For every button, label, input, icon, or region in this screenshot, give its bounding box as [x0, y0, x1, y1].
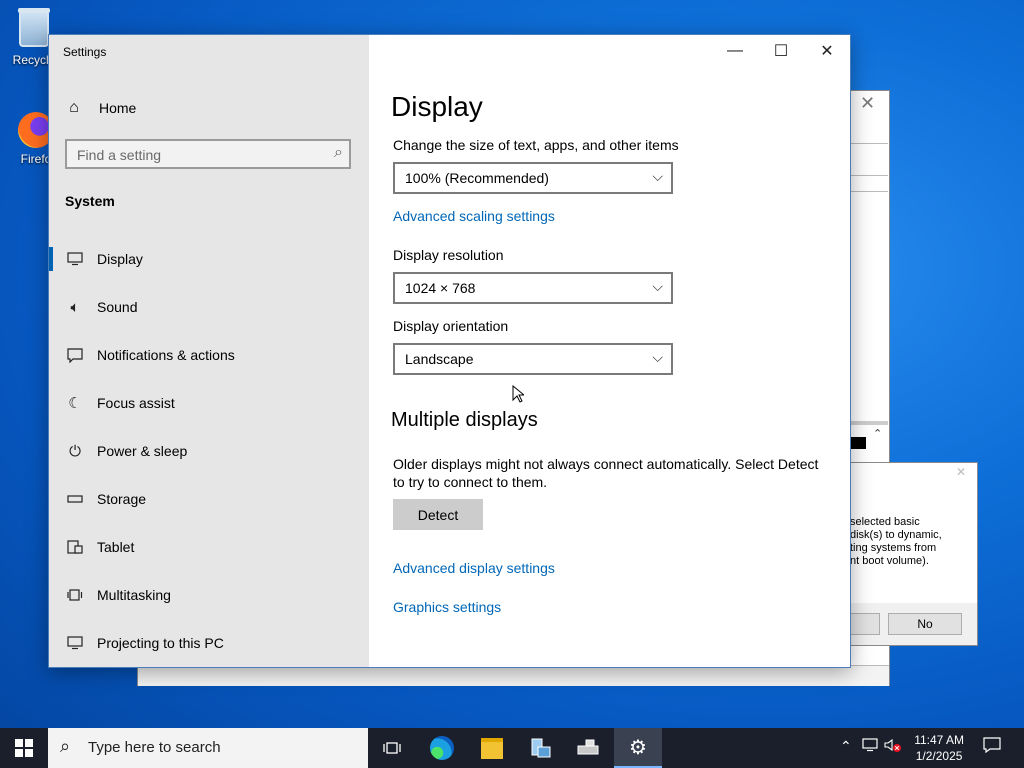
- sidebar-item-label: Power & sleep: [97, 443, 188, 459]
- taskbar-search[interactable]: ⌕ Type here to search: [48, 728, 368, 768]
- chevron-down-icon: ⌵: [652, 349, 663, 365]
- search-placeholder: Find a setting: [77, 147, 162, 163]
- chevron-down-icon: ⌵: [652, 278, 663, 294]
- resolution-label: Display resolution: [393, 247, 504, 263]
- close-icon[interactable]: ✕: [956, 465, 966, 479]
- page-title: Display: [391, 91, 483, 122]
- sidebar-item-label: Sound: [97, 299, 138, 315]
- disk-management-icon[interactable]: [564, 728, 612, 768]
- close-button[interactable]: ✕: [804, 35, 850, 67]
- windows-logo-icon: [15, 739, 33, 757]
- sidebar-item-display[interactable]: Display: [49, 235, 369, 283]
- server-manager-icon[interactable]: [516, 728, 564, 768]
- background-window-divider: [850, 143, 888, 144]
- home-icon: ⌂: [69, 99, 79, 116]
- sidebar-item-label: Multitasking: [97, 587, 171, 603]
- sidebar-item-label: Focus assist: [97, 395, 175, 411]
- chevron-down-icon: ⌵: [652, 168, 663, 184]
- task-view-icon[interactable]: [368, 728, 416, 768]
- sidebar-item-multitasking[interactable]: Multitasking: [49, 571, 369, 619]
- maximize-button[interactable]: ☐: [758, 35, 804, 67]
- clock-time: 11:47 AM: [914, 733, 964, 747]
- sidebar-item-notifications[interactable]: Notifications & actions: [49, 331, 369, 379]
- section-heading: System: [65, 193, 115, 209]
- orientation-value: Landscape: [405, 351, 474, 367]
- edge-icon[interactable]: [418, 728, 466, 768]
- multitasking-icon: [65, 588, 85, 602]
- home-nav-item[interactable]: ⌂ Home: [65, 99, 136, 117]
- resolution-value: 1024 × 768: [405, 280, 476, 296]
- close-icon[interactable]: ✕: [860, 93, 875, 114]
- volume-muted-icon[interactable]: [884, 738, 902, 755]
- mouse-pointer-icon: [512, 384, 526, 406]
- detect-button[interactable]: Detect: [393, 499, 483, 530]
- dialog-text-line: ting systems from: [850, 542, 937, 554]
- sidebar-item-storage[interactable]: Storage: [49, 475, 369, 523]
- scale-value: 100% (Recommended): [405, 170, 549, 186]
- sidebar-item-projecting[interactable]: Projecting to this PC: [49, 619, 369, 667]
- background-window-divider: [850, 175, 888, 176]
- dialog-text-line: nt boot volume).: [850, 555, 929, 567]
- sidebar-item-label: Notifications & actions: [97, 347, 235, 363]
- sidebar-item-label: Storage: [97, 491, 147, 507]
- advanced-scaling-link[interactable]: Advanced scaling settings: [393, 208, 555, 224]
- dialog-text: selected basic disk(s) to dynamic, ting …: [850, 516, 942, 568]
- no-button-label: No: [917, 617, 933, 631]
- moon-icon: ☾: [68, 395, 82, 412]
- sidebar-item-label: Display: [97, 251, 143, 267]
- yes-button-partial[interactable]: [850, 613, 880, 635]
- orientation-label: Display orientation: [393, 318, 509, 334]
- scale-label: Change the size of text, apps, and other…: [393, 137, 679, 153]
- storage-icon: [65, 495, 85, 503]
- search-icon: ⌕: [60, 736, 71, 756]
- sidebar-item-focus-assist[interactable]: ☾ Focus assist: [49, 379, 369, 427]
- sidebar-item-power-sleep[interactable]: ⏻ Power & sleep: [49, 427, 369, 475]
- sidebar-item-sound[interactable]: 🔈︎ Sound: [49, 283, 369, 331]
- advanced-display-link[interactable]: Advanced display settings: [393, 560, 555, 576]
- notification-center-icon[interactable]: [983, 737, 1001, 756]
- dialog-text-line: disk(s) to dynamic,: [850, 529, 942, 541]
- graphics-settings-link[interactable]: Graphics settings: [393, 599, 501, 615]
- orientation-dropdown[interactable]: Landscape ⌵: [393, 343, 673, 375]
- multiple-displays-heading: Multiple displays: [391, 409, 538, 431]
- clock-date: 1/2/2025: [915, 749, 963, 763]
- resolution-dropdown[interactable]: 1024 × 768 ⌵: [393, 272, 673, 304]
- background-dialog: ✕ selected basic disk(s) to dynamic, tin…: [849, 462, 978, 646]
- window-title: Settings: [63, 45, 107, 59]
- color-swatch: [850, 437, 866, 449]
- monitor-icon: [65, 252, 85, 266]
- home-label: Home: [99, 100, 137, 116]
- scroll-up-icon[interactable]: ⌃: [873, 427, 882, 440]
- background-window-footer: [138, 665, 889, 686]
- taskbar: ⌕ Type here to search ⚙ ⌃ 11:47 AM 1/2/2…: [0, 728, 1024, 768]
- search-icon: ⌕: [334, 144, 343, 161]
- gear-icon: ⚙: [629, 736, 647, 759]
- power-icon: ⏻: [69, 442, 81, 460]
- sidebar-item-label: Tablet: [97, 539, 135, 555]
- scale-dropdown[interactable]: 100% (Recommended) ⌵: [393, 162, 673, 194]
- chevron-up-icon[interactable]: ⌃: [840, 738, 852, 755]
- taskbar-search-placeholder: Type here to search: [88, 739, 221, 756]
- settings-window: Settings ⌂ Home Find a setting ⌕ System …: [48, 34, 851, 668]
- tablet-icon: [65, 540, 85, 554]
- settings-taskbar-icon[interactable]: ⚙: [614, 728, 662, 768]
- taskbar-clock[interactable]: 11:47 AM 1/2/2025: [914, 732, 964, 764]
- file-explorer-icon[interactable]: [468, 728, 516, 768]
- find-setting-search[interactable]: Find a setting ⌕: [65, 139, 351, 169]
- minimize-button[interactable]: —: [712, 35, 758, 67]
- start-button[interactable]: [0, 728, 48, 768]
- projecting-icon: [65, 636, 85, 650]
- settings-sidebar: Settings ⌂ Home Find a setting ⌕ System …: [49, 35, 369, 667]
- settings-content: — ☐ ✕ Display Change the size of text, a…: [369, 35, 850, 667]
- notification-icon: [65, 347, 85, 363]
- dialog-text-line: selected basic: [850, 516, 920, 528]
- sidebar-item-label: Projecting to this PC: [97, 635, 224, 651]
- multiple-displays-text: Older displays might not always connect …: [393, 456, 819, 490]
- background-window-divider: [850, 421, 888, 425]
- speaker-icon: 🔈︎: [70, 298, 80, 316]
- sidebar-item-tablet[interactable]: Tablet: [49, 523, 369, 571]
- background-window-divider: [850, 191, 888, 192]
- no-button[interactable]: No: [888, 613, 962, 635]
- network-icon[interactable]: [862, 738, 878, 755]
